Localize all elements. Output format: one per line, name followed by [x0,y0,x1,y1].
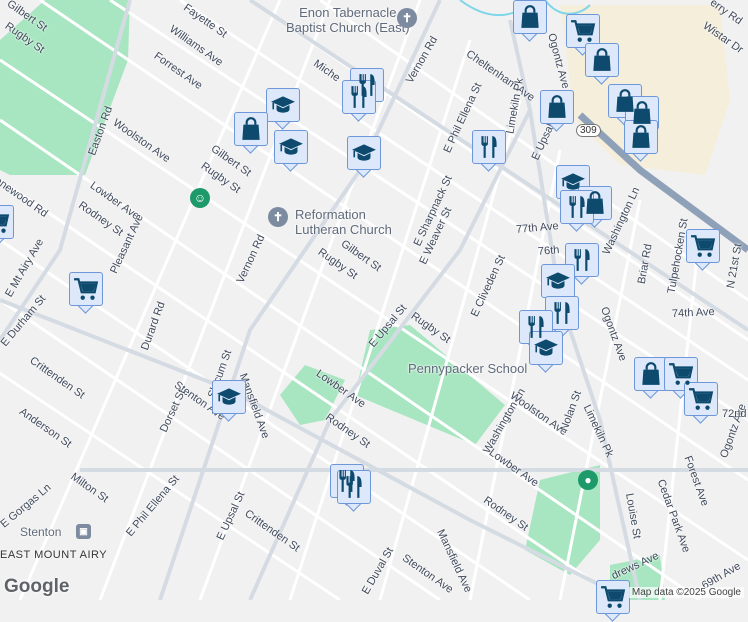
shopping-marker[interactable] [513,0,547,42]
graduation-cap-icon [216,384,242,410]
museum-icon[interactable]: ▣ [76,524,91,539]
church-icon[interactable]: ✝ [397,8,417,28]
graduation-cap-icon [278,134,304,160]
street-label: 74th Ave [671,305,715,321]
restaurant-marker[interactable] [472,130,506,172]
school-marker[interactable] [266,88,300,130]
playground-icon[interactable]: ☺ [190,188,210,208]
graduation-cap-icon [533,335,559,361]
poi-reformation-lutheran-church[interactable]: Reformation Lutheran Church [295,207,392,237]
poi-label: Baptist Church (East) [286,20,410,35]
graduation-cap-icon [270,92,296,118]
shopping-marker[interactable] [624,120,658,162]
fork-knife-icon [476,134,502,160]
fork-knife-icon [564,194,590,220]
fork-knife-icon [549,300,575,326]
street-label: 72nd [722,408,747,420]
graduation-cap-icon [545,268,571,294]
graduation-cap-icon [351,140,377,166]
shopping-marker[interactable] [234,112,268,154]
poi-label: Lutheran Church [295,222,392,237]
restaurant-marker[interactable] [342,80,376,122]
fork-knife-icon [569,247,595,273]
google-logo[interactable]: Google [4,576,69,598]
school-marker[interactable] [529,331,563,373]
fork-knife-icon [346,84,372,110]
shopping-marker[interactable] [585,43,619,85]
fork-knife-icon [341,474,367,500]
shopping-marker[interactable] [540,90,574,132]
school-marker[interactable] [347,136,381,178]
poi-stenton[interactable]: Stenton [20,525,61,540]
grocery-marker[interactable] [684,382,718,424]
shopping-cart-icon [570,18,596,44]
shopping-cart-icon [600,584,626,610]
street-label: 76th [537,244,560,258]
shopping-cart-icon [688,386,714,412]
poi-label: Reformation [295,207,366,222]
neighborhood-label: EAST MOUNT AIRY [0,549,108,561]
shopping-cart-icon [73,276,99,302]
grocery-marker[interactable] [0,205,14,247]
shopping-cart-icon [668,361,694,387]
shopping-bag-icon [517,4,543,30]
poi-enon-tabernacle[interactable]: Enon Tabernacle Baptist Church (East) [286,5,410,35]
shopping-cart-icon [690,233,716,259]
school-marker[interactable] [274,130,308,172]
shopping-bag-icon [628,124,654,150]
poi-pennypacker-school[interactable]: Pennypacker School [408,361,527,376]
restaurant-marker[interactable] [337,470,371,512]
poi-label: Enon Tabernacle [299,5,397,20]
shopping-bag-icon [638,361,664,387]
shopping-marker[interactable] [634,357,668,399]
route-309-shield: 309 [576,124,601,137]
shopping-cart-icon [0,209,10,235]
shopping-bag-icon [238,116,264,142]
map-attribution: Map data ©2025 Google [628,587,744,598]
grocery-marker[interactable] [686,229,720,271]
shopping-bag-icon [589,47,615,73]
shopping-bag-icon [544,94,570,120]
church-icon[interactable]: ✝ [268,207,288,227]
restaurant-marker[interactable] [560,190,594,232]
grocery-marker[interactable] [596,580,630,622]
grocery-marker[interactable] [69,272,103,314]
park-icon[interactable]: ● [578,470,598,490]
school-marker[interactable] [212,380,246,422]
shopping-bag-icon [629,100,655,126]
